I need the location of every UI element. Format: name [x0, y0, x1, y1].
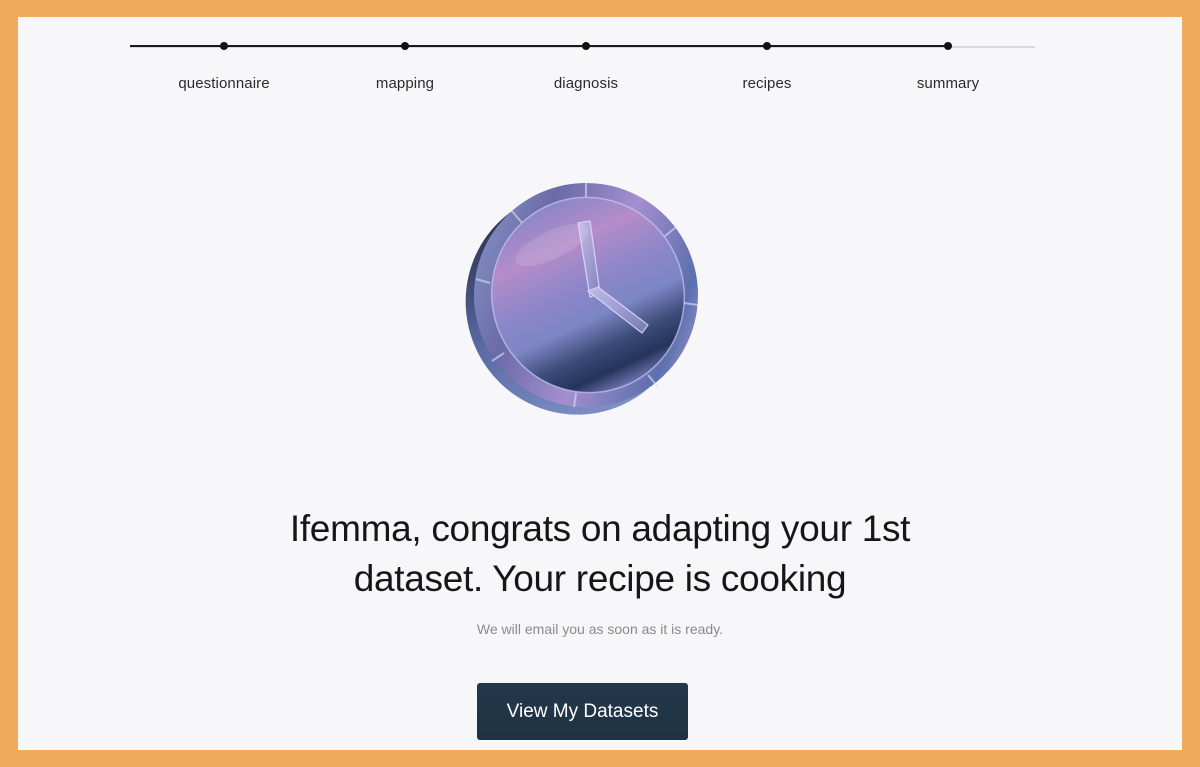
step-label: questionnaire: [178, 75, 270, 92]
stepper-progress-fill: [130, 45, 948, 47]
page-title: Ifemma, congrats on adapting your 1st da…: [198, 504, 1002, 604]
step-label: summary: [916, 75, 980, 92]
view-my-datasets-button[interactable]: View My Datasets: [477, 683, 688, 740]
step-label: mapping: [375, 75, 435, 92]
headline-line-2: dataset. Your recipe is cooking: [353, 558, 847, 599]
step-dot: [944, 42, 952, 50]
step-label: diagnosis: [553, 75, 619, 92]
step-label: recipes: [742, 75, 792, 92]
email-notice: We will email you as soon as it is ready…: [476, 621, 724, 637]
headline-line-1: Ifemma, congrats on adapting your 1st: [289, 508, 911, 549]
step-dot: [763, 42, 771, 50]
progress-stepper: questionnaire mapping diagnosis recipes …: [130, 17, 1035, 117]
step-dot: [582, 42, 590, 50]
page-content: questionnaire mapping diagnosis recipes …: [18, 17, 1182, 750]
step-dot: [220, 42, 228, 50]
step-dot: [401, 42, 409, 50]
clock-icon: [462, 175, 710, 423]
